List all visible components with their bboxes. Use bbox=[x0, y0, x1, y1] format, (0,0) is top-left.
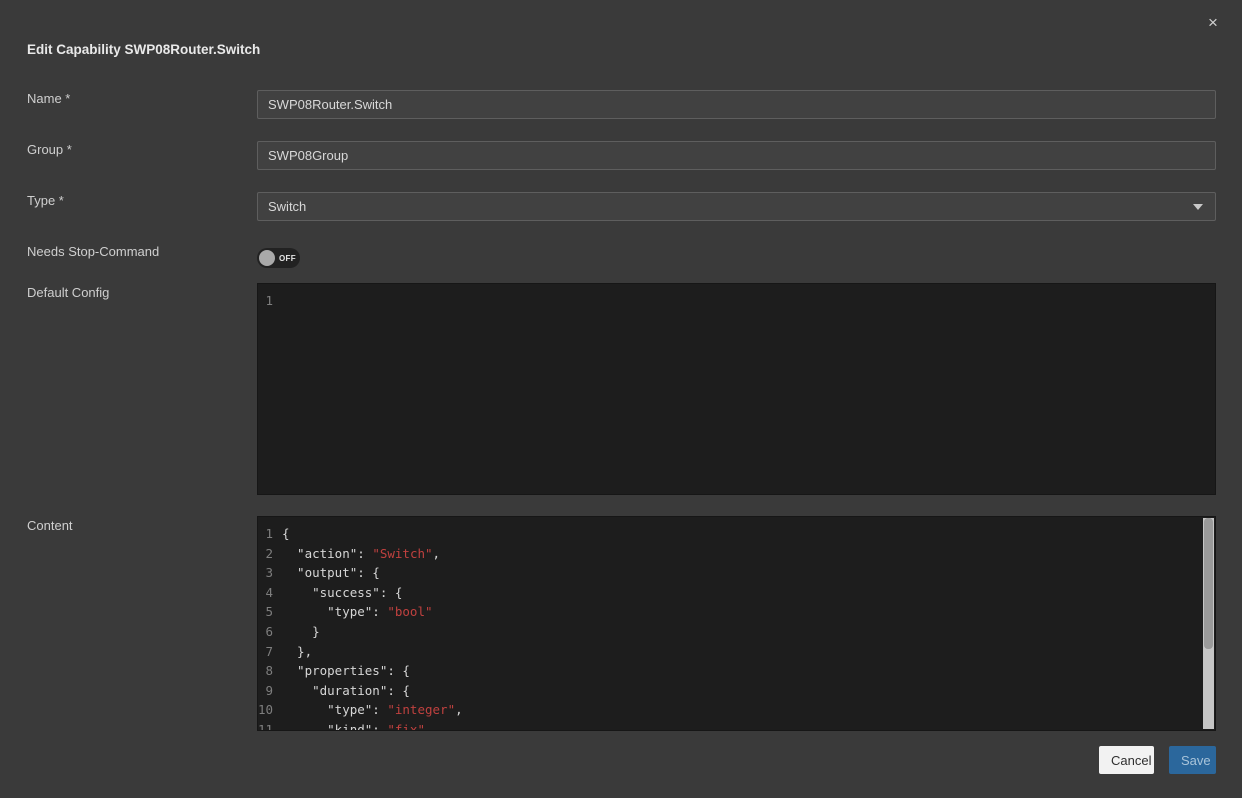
code-line: 4 "success": { bbox=[258, 583, 1215, 603]
code-line: 5 "type": "bool" bbox=[258, 602, 1215, 622]
needs-stop-toggle[interactable]: OFF bbox=[257, 248, 300, 268]
code-line: 3 "output": { bbox=[258, 563, 1215, 583]
line-number: 7 bbox=[258, 642, 282, 662]
toggle-state-label: OFF bbox=[279, 254, 296, 263]
close-icon[interactable]: × bbox=[1202, 12, 1224, 34]
line-number: 6 bbox=[258, 622, 282, 642]
type-label: Type * bbox=[27, 193, 64, 208]
dialog-title: Edit Capability SWP08Router.Switch bbox=[27, 42, 260, 57]
code-line: 7 }, bbox=[258, 642, 1215, 662]
line-number: 9 bbox=[258, 681, 282, 701]
line-number: 1 bbox=[258, 524, 282, 544]
line-number: 8 bbox=[258, 661, 282, 681]
code-line: 9 "duration": { bbox=[258, 681, 1215, 701]
code-line: 1{ bbox=[258, 524, 1215, 544]
line-number: 1 bbox=[258, 291, 282, 311]
cancel-button[interactable]: Cancel bbox=[1099, 746, 1154, 774]
code-line: 10 "type": "integer", bbox=[258, 700, 1215, 720]
name-input[interactable] bbox=[257, 90, 1216, 119]
toggle-knob-icon bbox=[259, 250, 275, 266]
default-config-label: Default Config bbox=[27, 285, 109, 300]
content-editor[interactable]: 1{2 "action": "Switch",3 "output": {4 "s… bbox=[257, 516, 1216, 731]
name-label: Name * bbox=[27, 91, 70, 106]
line-number: 4 bbox=[258, 583, 282, 603]
code-line: 6 } bbox=[258, 622, 1215, 642]
line-number: 3 bbox=[258, 563, 282, 583]
type-select[interactable]: Switch bbox=[257, 192, 1216, 221]
line-number: 5 bbox=[258, 602, 282, 622]
content-label: Content bbox=[27, 518, 73, 533]
group-input[interactable] bbox=[257, 141, 1216, 170]
content-scrollbar[interactable] bbox=[1203, 518, 1214, 729]
chevron-down-icon bbox=[1193, 204, 1203, 210]
needs-stop-label: Needs Stop-Command bbox=[27, 244, 159, 259]
type-select-value: Switch bbox=[268, 199, 1193, 214]
code-line: 11 "kind": "fix" bbox=[258, 720, 1215, 731]
content-scrollbar-thumb[interactable] bbox=[1204, 518, 1213, 649]
line-number: 2 bbox=[258, 544, 282, 564]
line-number: 11 bbox=[258, 720, 282, 731]
code-line: 8 "properties": { bbox=[258, 661, 1215, 681]
line-number: 10 bbox=[258, 700, 282, 720]
save-button[interactable]: Save bbox=[1169, 746, 1216, 774]
code-line: 2 "action": "Switch", bbox=[258, 544, 1215, 564]
code-line: 1 bbox=[258, 291, 1215, 311]
default-config-editor[interactable]: 1 bbox=[257, 283, 1216, 495]
edit-capability-dialog: Edit Capability SWP08Router.Switch × Nam… bbox=[0, 0, 1242, 798]
group-label: Group * bbox=[27, 142, 72, 157]
